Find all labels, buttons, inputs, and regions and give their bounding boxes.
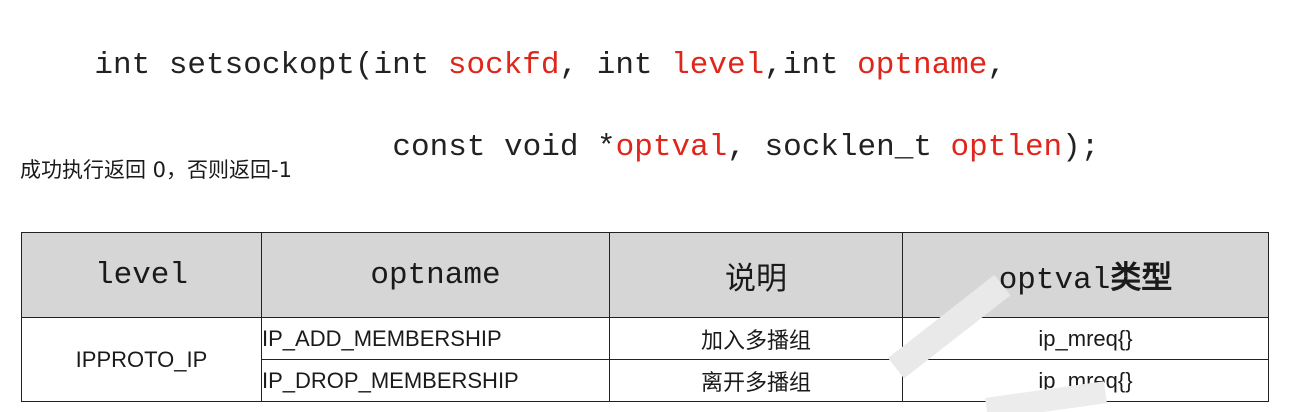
param-optlen: optlen — [950, 130, 1063, 165]
sig-text: const void * — [392, 130, 616, 165]
cell-optname: IP_ADD_MEMBERSHIP — [261, 317, 610, 360]
table-row: IPPROTO_IP IP_ADD_MEMBERSHIP 加入多播组 ip_mr… — [21, 317, 1269, 402]
header-level: level — [21, 232, 262, 318]
cell-level: IPPROTO_IP — [21, 317, 262, 402]
return-note: 成功执行返回 0，否则返回-1 — [20, 158, 292, 182]
sig-text: int setsockopt(int — [94, 48, 448, 83]
cell-desc: 加入多播组 — [609, 317, 903, 360]
sig-text: , socklen_t — [727, 130, 951, 165]
param-optname: optname — [857, 48, 988, 83]
param-sockfd: sockfd — [447, 48, 560, 83]
param-level: level — [671, 48, 765, 83]
header-desc: 说明 — [609, 232, 903, 318]
signature-line-2: const void *optval, socklen_t optlen); — [318, 88, 1099, 208]
sig-text: , — [987, 48, 1007, 83]
cell-desc: 离开多播组 — [609, 359, 903, 402]
header-optval-prefix: optval — [998, 263, 1111, 298]
header-optval-suffix: 类型 — [1110, 260, 1173, 296]
document-page: int setsockopt(int sockfd, int level,int… — [0, 0, 1307, 412]
table-header-row: level optname 说明 optval类型 — [21, 232, 1269, 318]
options-table: level optname 说明 optval类型 IPPROTO_IP IP_… — [21, 232, 1269, 402]
sig-text: , int — [559, 48, 672, 83]
cell-optname: IP_DROP_MEMBERSHIP — [261, 359, 610, 402]
sig-text: ,int — [764, 48, 858, 83]
header-optname: optname — [261, 232, 610, 318]
param-optval: optval — [615, 130, 728, 165]
sig-text: ); — [1062, 130, 1100, 165]
